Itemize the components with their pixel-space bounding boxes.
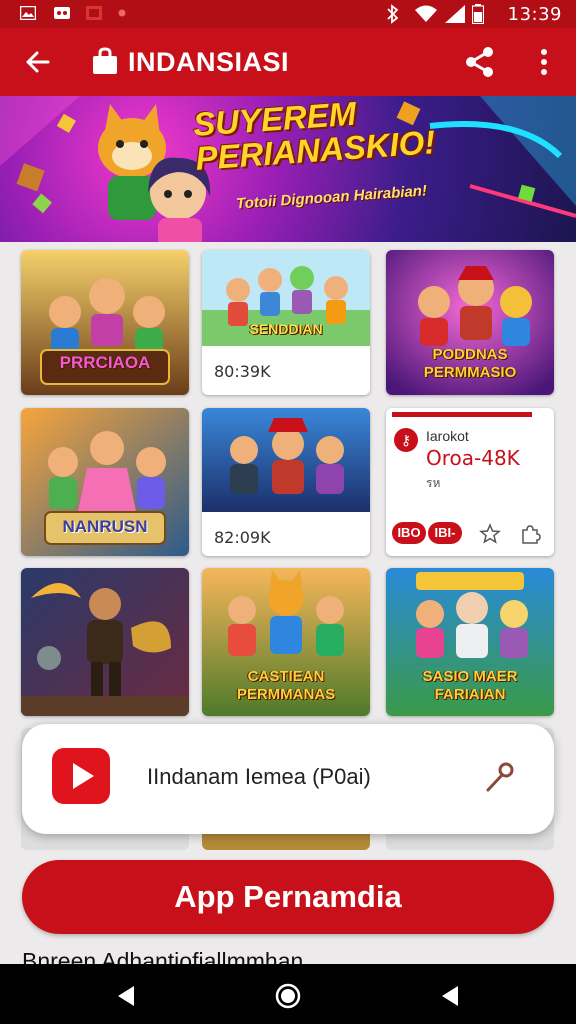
game-card[interactable]: CASTIEAN PERMMANAS — [202, 568, 370, 716]
info-value: Oroa-48K — [426, 446, 520, 470]
game-card[interactable]: 82:09K — [202, 408, 370, 556]
card-accent-bar — [392, 412, 532, 417]
puzzle-icon[interactable] — [518, 522, 542, 546]
wifi-icon — [414, 4, 438, 24]
card-meta: 82:09K — [214, 528, 271, 547]
status-time: 13:39 — [507, 4, 562, 25]
card-title: CASTIEAN PERMMANAS — [236, 668, 336, 703]
card-title: SASIO MAER FARIAIAN — [422, 668, 518, 703]
back-arrow-icon[interactable] — [20, 44, 56, 80]
tag-pill[interactable]: IBO — [392, 522, 426, 544]
card-title: SENDDIAN — [249, 321, 323, 337]
app-popup-card[interactable]: IIndanam Iemea (P0ai) — [22, 724, 554, 834]
gallery-icon — [20, 6, 36, 20]
card-artwork — [21, 250, 189, 395]
card-artwork — [202, 408, 370, 512]
nav-recents-icon[interactable] — [436, 982, 464, 1010]
card-title: PODDNAS PERMMASIO — [423, 346, 517, 381]
key-icon: ⚷ — [394, 428, 418, 452]
more-vert-icon[interactable] — [526, 44, 562, 80]
status-bar: 13:39 — [0, 0, 576, 28]
app-title: INDANSIASI — [128, 47, 290, 77]
game-card[interactable]: PRRCIAOA — [21, 250, 189, 395]
info-label: Iarokot — [426, 428, 469, 444]
info-sub: รห — [426, 476, 441, 490]
card-title: PRRCIAOA — [59, 353, 151, 372]
game-card[interactable]: SASIO MAER FARIAIAN — [386, 568, 554, 716]
popup-text: IIndanam Iemea (P0ai) — [147, 764, 371, 789]
pin-icon[interactable] — [480, 758, 520, 798]
game-card[interactable] — [21, 568, 189, 716]
game-icon — [54, 6, 70, 20]
dot-icon — [118, 9, 134, 23]
info-card[interactable]: ⚷ Iarokot Oroa-48K รห IBO IBI- — [386, 408, 554, 556]
tag-pill[interactable]: IBI- — [428, 522, 462, 544]
system-nav-bar — [0, 964, 576, 1024]
card-title: NANRUSN — [62, 517, 148, 536]
game-card[interactable]: NANRUSN — [21, 408, 189, 556]
game-card[interactable]: SENDDIAN 80:39K — [202, 250, 370, 395]
star-icon[interactable] — [478, 522, 502, 546]
app-bar: INDANSIASI — [0, 28, 576, 96]
app-primary-button[interactable]: App Pernamdia — [22, 860, 554, 934]
shopping-bag-icon — [90, 46, 120, 76]
signal-icon — [444, 4, 466, 24]
bluetooth-icon — [386, 4, 400, 24]
game-card[interactable]: PODDNAS PERMMASIO — [386, 250, 554, 395]
game-grid: PRRCIAOA SENDDIAN 80:39K PODDNAS PERMMAS… — [0, 242, 576, 722]
card-artwork — [21, 568, 189, 716]
nav-back-icon[interactable] — [112, 982, 140, 1010]
nav-home-icon[interactable] — [274, 982, 302, 1010]
promo-banner[interactable]: SUYEREM PERIANASKIO! Totoii Dignooan Hai… — [0, 96, 576, 242]
battery-icon — [471, 4, 485, 25]
card-meta: 80:39K — [214, 362, 271, 381]
share-icon[interactable] — [462, 44, 498, 80]
youtube-icon — [52, 748, 110, 804]
message-icon — [86, 6, 102, 20]
